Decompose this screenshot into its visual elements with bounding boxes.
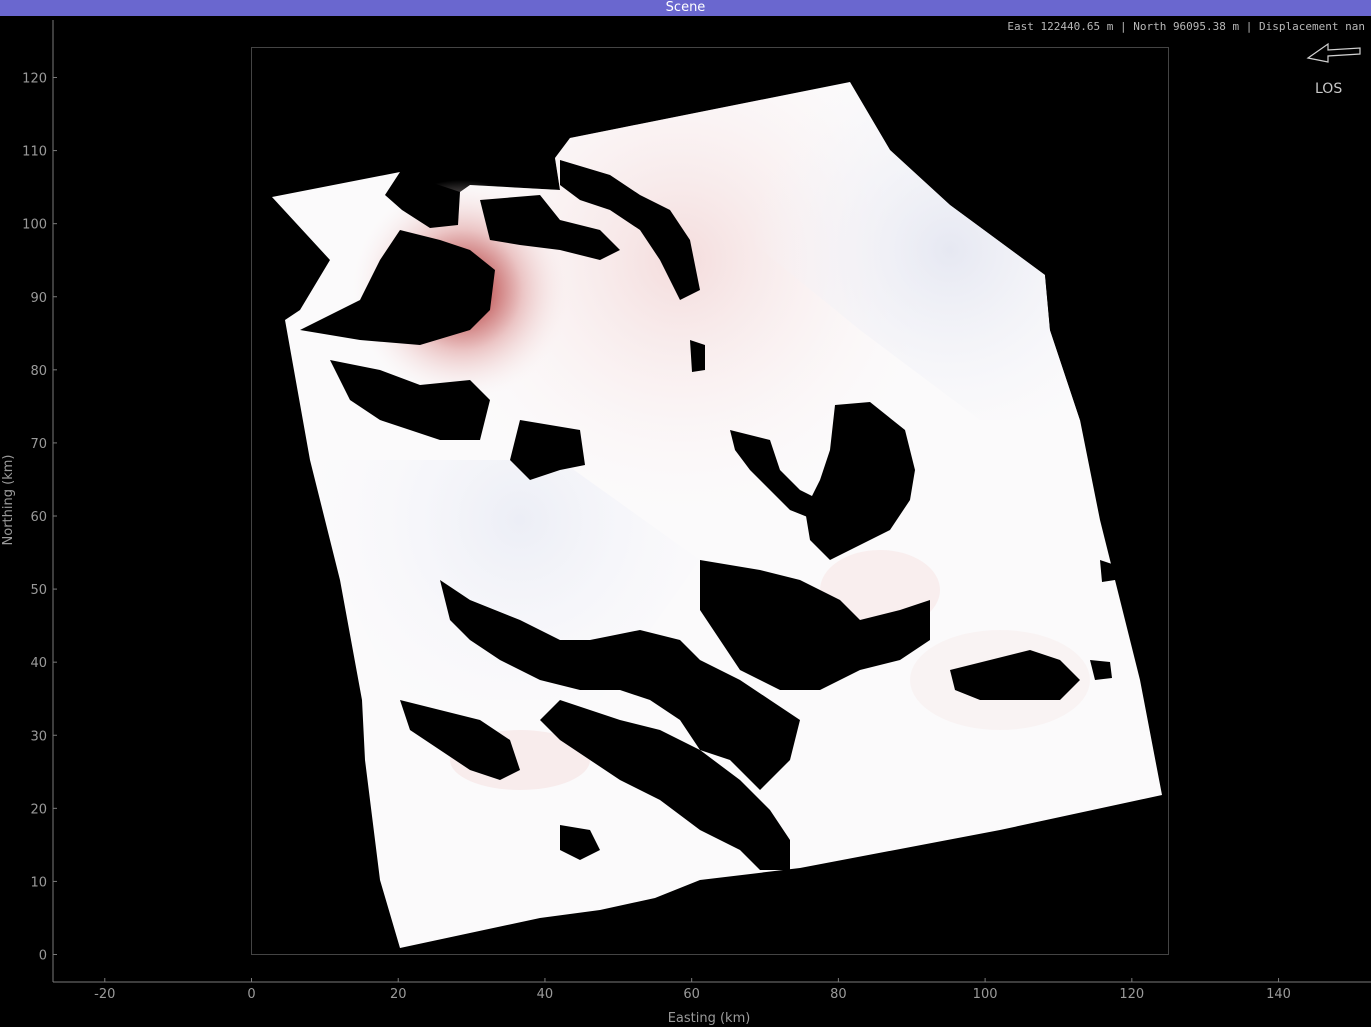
y-ticks: 0 10 20 30 40 50 60 70 80 90 100 110 120 (22, 72, 57, 964)
x-tick-label: 40 (537, 987, 554, 1002)
y-tick-label: 120 (22, 72, 47, 87)
y-tick-label: 110 (22, 145, 47, 160)
x-tick-label: 140 (1266, 987, 1291, 1002)
x-tick-label: 0 (247, 987, 255, 1002)
x-tick-label: 100 (973, 987, 998, 1002)
x-tick-label: 120 (1119, 987, 1144, 1002)
x-tick-label: 60 (683, 987, 700, 1002)
x-tick-label: -20 (94, 987, 115, 1002)
y-tick-label: 80 (30, 364, 47, 379)
window-title-bar: Scene (0, 0, 1371, 16)
displacement-map-plot[interactable]: 0 10 20 30 40 50 60 70 80 90 100 110 120 -20 0 20 40 60 8… (0, 16, 1371, 1027)
y-tick-label: 0 (39, 949, 47, 964)
y-tick-label: 60 (30, 510, 47, 525)
y-tick-label: 10 (30, 875, 47, 890)
window-title: Scene (665, 0, 706, 15)
y-tick-label: 50 (30, 583, 47, 598)
y-tick-label: 40 (30, 656, 47, 671)
x-tick-label: 80 (830, 987, 847, 1002)
y-tick-label: 70 (30, 437, 47, 452)
y-tick-label: 30 (30, 729, 47, 744)
y-tick-label: 20 (30, 802, 47, 817)
y-tick-label: 100 (22, 218, 47, 233)
y-tick-label: 90 (30, 291, 47, 306)
x-axis-label: Easting (km) (668, 1011, 751, 1026)
x-tick-label: 20 (390, 987, 407, 1002)
y-axis-label: Northing (km) (1, 455, 16, 546)
